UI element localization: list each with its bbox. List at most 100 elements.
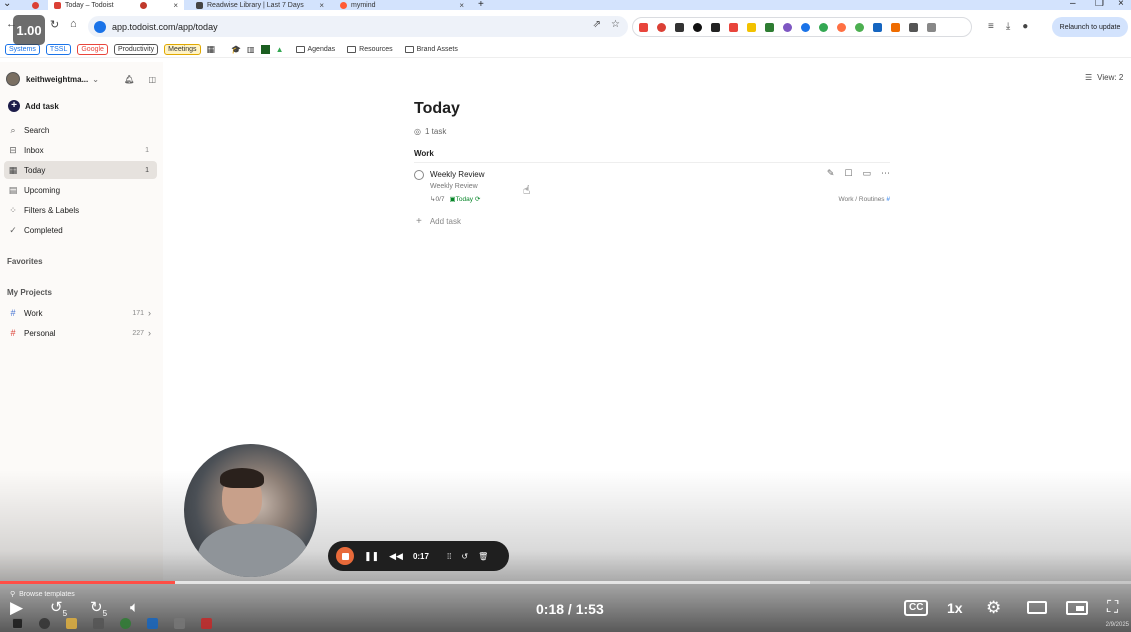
close-tab-icon[interactable]: × [459,1,464,10]
sidebar-item-completed[interactable]: ✓ Completed [4,221,157,239]
bookmark-folder-brand-assets[interactable]: Brand Assets [404,45,458,53]
extension-icon[interactable] [783,22,792,32]
sidebar-toggle-icon[interactable]: ◫ [148,75,156,84]
taskbar-app-icon[interactable] [174,617,185,629]
bookmark-icon[interactable]: ▥ [247,45,255,54]
pinned-tab[interactable] [26,0,46,10]
extension-icon[interactable] [711,22,720,32]
home-icon[interactable]: ⌂ [70,18,77,30]
bookmark-folder-agendas[interactable]: Agendas [295,45,335,53]
zoom-icon[interactable] [147,617,158,629]
reading-list-icon[interactable]: ≡ [988,21,994,32]
relaunch-button[interactable]: Relaunch to update [1052,17,1128,37]
sidebar-project-work[interactable]: # Work 171 › [4,304,157,322]
minimize-icon[interactable]: – [1070,0,1076,9]
bookmark-systems[interactable]: Systems [5,43,40,55]
puzzle-icon[interactable] [927,22,936,32]
extension-icon[interactable] [909,22,918,32]
close-window-icon[interactable]: × [1118,0,1124,9]
sidebar-item-filters-labels[interactable]: ⁘ Filters & Labels [4,201,157,219]
pause-icon[interactable]: ❚❚ [364,551,379,562]
sidebar-item-today[interactable]: ▦ Today 1 [4,161,157,179]
bell-icon[interactable]: 🔔︎ [124,75,134,84]
extension-icon[interactable] [765,22,774,32]
restore-icon[interactable]: ❐ [1095,0,1104,9]
chrome-icon[interactable] [120,617,131,629]
account-menu[interactable]: keithweightma... ⌄ 🔔︎ ◫ [6,71,156,87]
task-row[interactable]: Weekly Review Weekly Review ↳0/7 ▣Today … [414,168,890,208]
chevron-right-icon[interactable]: › [148,308,151,318]
chevron-right-icon[interactable]: › [148,328,151,338]
browse-templates-link[interactable]: ⚲ Browse templates [10,590,75,599]
extension-icon[interactable] [819,22,828,32]
task-project-label[interactable]: Work / Routines # [838,196,890,203]
extension-icon[interactable] [837,22,846,32]
drag-handle-icon[interactable]: ⁞⁞ [447,552,451,561]
fullscreen-button[interactable]: ⛶ [1107,598,1118,618]
extension-icon[interactable] [747,22,756,32]
favorites-heading[interactable]: Favorites [7,257,43,266]
sidebar-add-task-button[interactable]: + Add task [8,100,59,112]
bookmark-productivity[interactable]: Productivity [113,43,159,55]
trash-icon[interactable]: 🗑︎ [478,552,488,561]
google-drive-icon[interactable]: ▲ [276,45,284,54]
tab-mymind[interactable]: mymind × [334,0,470,10]
apps-grid-icon[interactable]: ▦ [207,44,216,55]
restart-icon[interactable]: ↺ [461,552,468,561]
more-icon[interactable]: ⋯ [881,168,890,179]
theater-mode-button[interactable] [1027,601,1047,614]
taskbar-app-icon[interactable] [93,617,104,629]
task-complete-checkbox[interactable] [414,170,424,180]
extension-icon[interactable] [729,22,738,32]
url-field[interactable]: app.todoist.com/app/today ⇗ ☆ [88,16,628,37]
close-tab-icon[interactable]: × [173,1,178,10]
bookmark-icon[interactable] [260,44,270,54]
bookmark-google[interactable]: Google [77,43,108,55]
bookmark-icon[interactable]: 🎓 [231,45,241,54]
bookmark-tssl[interactable]: TSSL [45,43,72,55]
view-options-button[interactable]: ☰ View: 2 [1085,73,1123,82]
reload-icon[interactable]: ↻ [50,18,59,31]
search-icon[interactable] [39,617,50,629]
subtasks-indicator[interactable]: ↳0/7 [430,195,445,203]
playback-speed-button[interactable]: 1x [947,598,963,618]
task-title[interactable]: Weekly Review [430,170,485,179]
sidebar-project-personal[interactable]: # Personal 227 › [4,324,157,342]
bookmark-meetings[interactable]: Meetings [164,43,201,55]
close-tab-icon[interactable]: × [319,1,324,10]
bookmark-star-icon[interactable]: ☆ [611,19,620,30]
site-info-icon[interactable] [94,20,106,33]
taskbar-app-icon[interactable] [201,617,212,629]
video-progress-bar[interactable] [0,581,1131,584]
due-date-badge[interactable]: ▣Today ⟳ [450,195,481,203]
miniplayer-button[interactable] [1066,601,1088,615]
share-icon[interactable]: ⇗ [593,19,601,30]
extension-icon[interactable] [855,22,864,32]
new-tab-button[interactable]: + [478,0,484,10]
download-icon[interactable]: ⤓ [1006,21,1010,32]
my-projects-heading[interactable]: My Projects [7,288,52,297]
extension-icon[interactable] [657,22,666,32]
bookmark-folder-resources[interactable]: Resources [347,45,393,53]
extension-icon[interactable] [693,22,702,32]
profile-avatar-icon[interactable]: ● [1022,21,1028,32]
extension-icon[interactable] [675,22,684,32]
extension-icon[interactable] [801,22,810,32]
extension-icon[interactable] [639,22,648,32]
extension-icon[interactable] [891,22,900,32]
start-icon[interactable] [12,617,23,629]
tab-readwise[interactable]: Readwise Library | Last 7 Days × [190,0,330,10]
rewind-icon[interactable]: ◀◀ [389,551,403,562]
settings-gear-icon[interactable]: ⚙ [986,598,1001,618]
sidebar-item-search[interactable]: ⌕ Search [4,121,157,139]
sidebar-item-upcoming[interactable]: ▤ Upcoming [4,181,157,199]
comment-icon[interactable]: ▭ [862,168,871,179]
edit-icon[interactable]: ✎ [827,168,835,179]
date-icon[interactable]: ☐ [844,168,852,179]
add-task-button[interactable]: + Add task [416,216,461,227]
captions-button[interactable]: CC [904,600,929,616]
file-explorer-icon[interactable] [66,617,77,629]
tab-todoist[interactable]: Today – Todoist × [48,0,184,10]
extension-icon[interactable] [873,22,882,32]
tab-search-icon[interactable]: ⌄ [3,0,11,9]
